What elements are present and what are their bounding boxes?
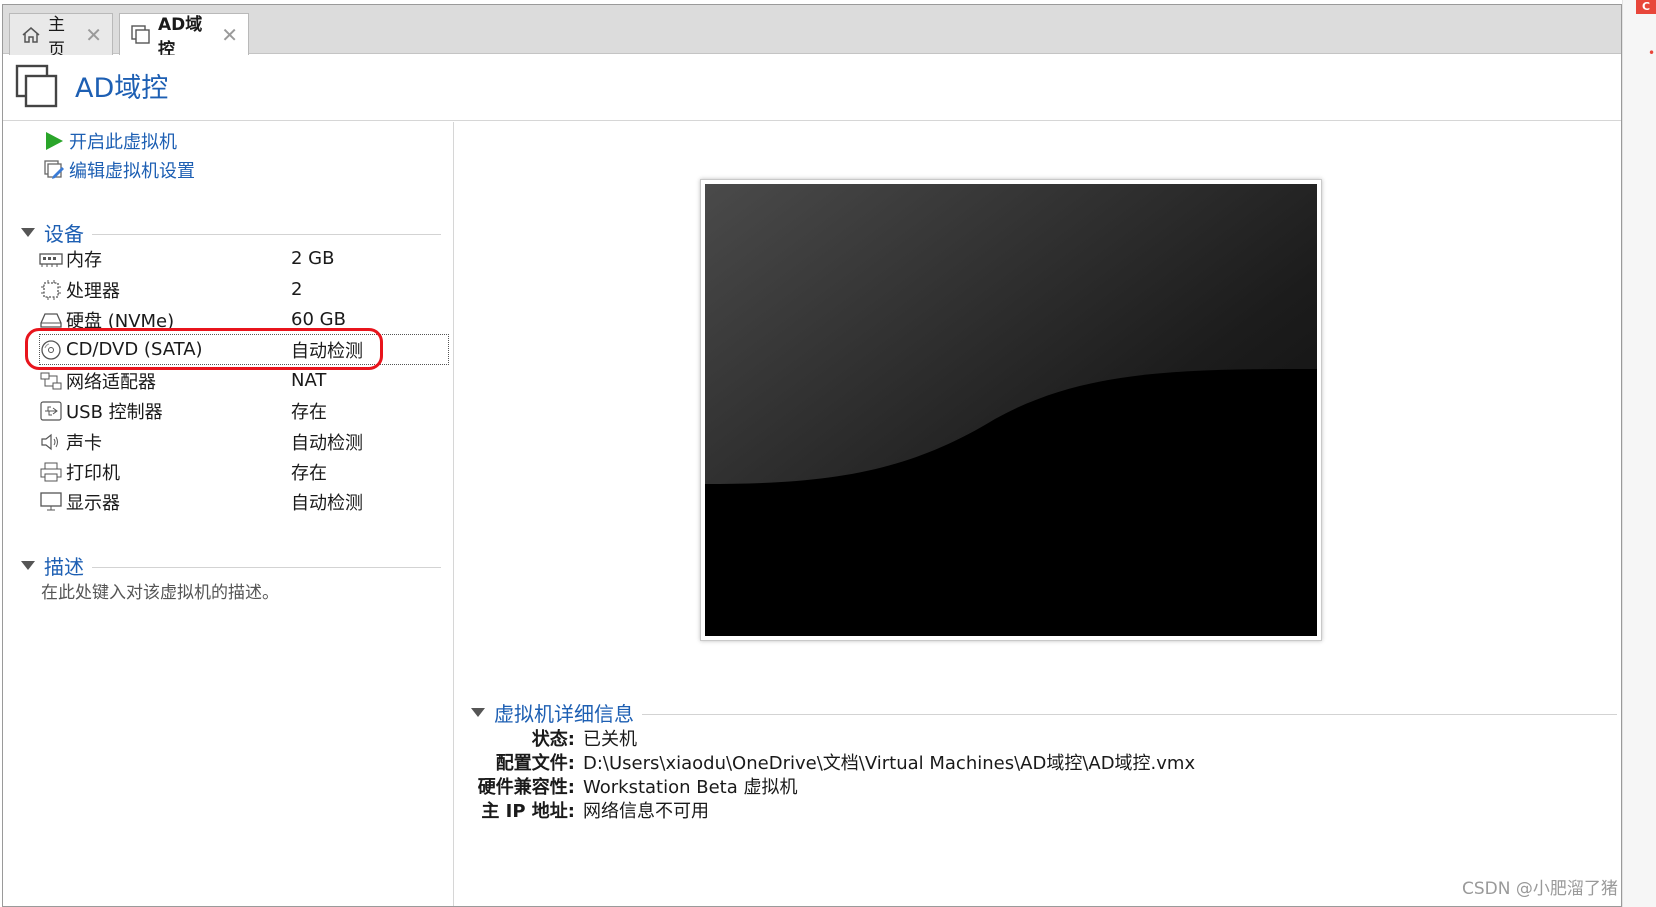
speaker-icon (39, 431, 63, 453)
monitor-icon (39, 491, 63, 513)
detail-value: 已关机 (583, 729, 637, 750)
device-name: 处理器 (66, 280, 120, 302)
device-name: 硬盘 (NVMe) (66, 310, 175, 332)
device-value: 自动检测 (291, 432, 363, 454)
description-section-label: 描述 (44, 555, 84, 579)
play-icon (43, 130, 65, 152)
tab-ad-domain-label: AD域控 (158, 14, 203, 60)
detail-value: D:\Users\xiaodu\OneDrive\文档\Virtual Mach… (583, 753, 1196, 774)
detail-row-status: 状态: 已关机 (443, 725, 1543, 751)
usb-icon (39, 400, 63, 422)
device-row-network-adapter[interactable]: 网络适配器 NAT (39, 365, 449, 396)
cd-dvd-icon (39, 339, 63, 361)
detail-value: Workstation Beta 虚拟机 (583, 777, 798, 798)
detail-value: 网络信息不可用 (583, 801, 709, 822)
vm-details-section-label: 虚拟机详细信息 (494, 702, 634, 726)
home-icon (20, 24, 42, 46)
edit-settings-button[interactable]: 编辑虚拟机设置 (43, 157, 195, 183)
vm-icon (15, 63, 59, 109)
side-gutter (1622, 0, 1656, 907)
memory-icon (39, 248, 63, 270)
divider (92, 567, 441, 568)
device-name: 显示器 (66, 492, 120, 514)
device-name: 内存 (66, 249, 102, 271)
device-row-cd-dvd[interactable]: CD/DVD (SATA) 自动检测 (39, 334, 449, 365)
device-name: 声卡 (66, 432, 102, 454)
power-on-button[interactable]: 开启此虚拟机 (43, 128, 177, 154)
collapse-arrow-icon (471, 708, 485, 717)
device-value: 2 (291, 279, 303, 300)
hard-disk-icon (39, 309, 63, 331)
device-row-hard-disk[interactable]: 硬盘 (NVMe) 60 GB (39, 304, 449, 335)
device-value: 60 GB (291, 309, 346, 330)
detail-key: 主 IP 地址: (481, 801, 575, 822)
description-field[interactable]: 在此处键入对该虚拟机的描述。 (41, 578, 279, 603)
vm-screen-preview[interactable] (700, 179, 1322, 641)
device-name: 网络适配器 (66, 371, 156, 393)
device-row-memory[interactable]: 内存 2 GB (39, 243, 449, 274)
vm-header: AD域控 (3, 55, 1621, 121)
tab-home[interactable]: 主页 ✕ (9, 13, 113, 60)
divider (642, 714, 1617, 715)
cpu-icon (39, 279, 63, 301)
tab-home-label: 主页 (48, 14, 65, 60)
detail-key: 硬件兼容性: (477, 777, 575, 798)
device-name: CD/DVD (SATA) (66, 339, 203, 360)
watermark: CSDN @小肥溜了猪 (1462, 879, 1618, 899)
device-row-processor[interactable]: 处理器 2 (39, 274, 449, 305)
detail-key: 状态: (531, 729, 575, 750)
vm-icon (130, 24, 152, 46)
device-row-usb-controller[interactable]: USB 控制器 存在 (39, 395, 449, 426)
tab-ad-domain[interactable]: AD域控 ✕ (119, 13, 249, 60)
device-value: 2 GB (291, 248, 335, 269)
detail-key: 配置文件: (495, 753, 575, 774)
network-adapter-icon (39, 370, 63, 392)
printer-icon (39, 461, 63, 483)
device-value: 自动检测 (291, 492, 363, 514)
collapse-arrow-icon (21, 561, 35, 570)
vmware-window: 主页 ✕ AD域控 ✕ AD域控 开启此虚拟机 编辑虚拟机设置 设备 内存 2 … (2, 4, 1622, 907)
description-section-header[interactable]: 描述 (21, 551, 441, 580)
divider (92, 234, 441, 235)
power-on-label: 开启此虚拟机 (69, 132, 177, 153)
tab-bar: 主页 ✕ AD域控 ✕ (3, 5, 1621, 60)
edit-settings-label: 编辑虚拟机设置 (69, 161, 195, 182)
indicator-dot-icon: • (1648, 46, 1656, 60)
device-value: 存在 (291, 401, 327, 423)
device-row-display[interactable]: 显示器 自动检测 (39, 486, 449, 517)
detail-row-config-file: 配置文件: D:\Users\xiaodu\OneDrive\文档\Virtua… (443, 749, 1543, 775)
notification-badge-icon: C (1636, 0, 1656, 14)
device-value: 自动检测 (291, 340, 363, 362)
detail-row-ip-address: 主 IP 地址: 网络信息不可用 (443, 797, 1543, 823)
device-name: USB 控制器 (66, 401, 163, 423)
device-name: 打印机 (66, 462, 120, 484)
device-row-printer[interactable]: 打印机 存在 (39, 456, 449, 487)
vm-details-section-header[interactable]: 虚拟机详细信息 (471, 698, 1617, 727)
close-icon[interactable]: ✕ (85, 23, 102, 47)
page-title: AD域控 (75, 73, 169, 104)
close-icon[interactable]: ✕ (221, 23, 238, 47)
device-row-sound-card[interactable]: 声卡 自动检测 (39, 426, 449, 457)
detail-row-hardware-compat: 硬件兼容性: Workstation Beta 虚拟机 (443, 773, 1543, 799)
device-value: 存在 (291, 462, 327, 484)
edit-settings-icon (43, 159, 65, 181)
vm-summary-panel: 开启此虚拟机 编辑虚拟机设置 设备 内存 2 GB 处理器 2 硬盘 (NVMe… (3, 122, 454, 906)
device-value: NAT (291, 370, 327, 391)
collapse-arrow-icon (21, 228, 35, 237)
